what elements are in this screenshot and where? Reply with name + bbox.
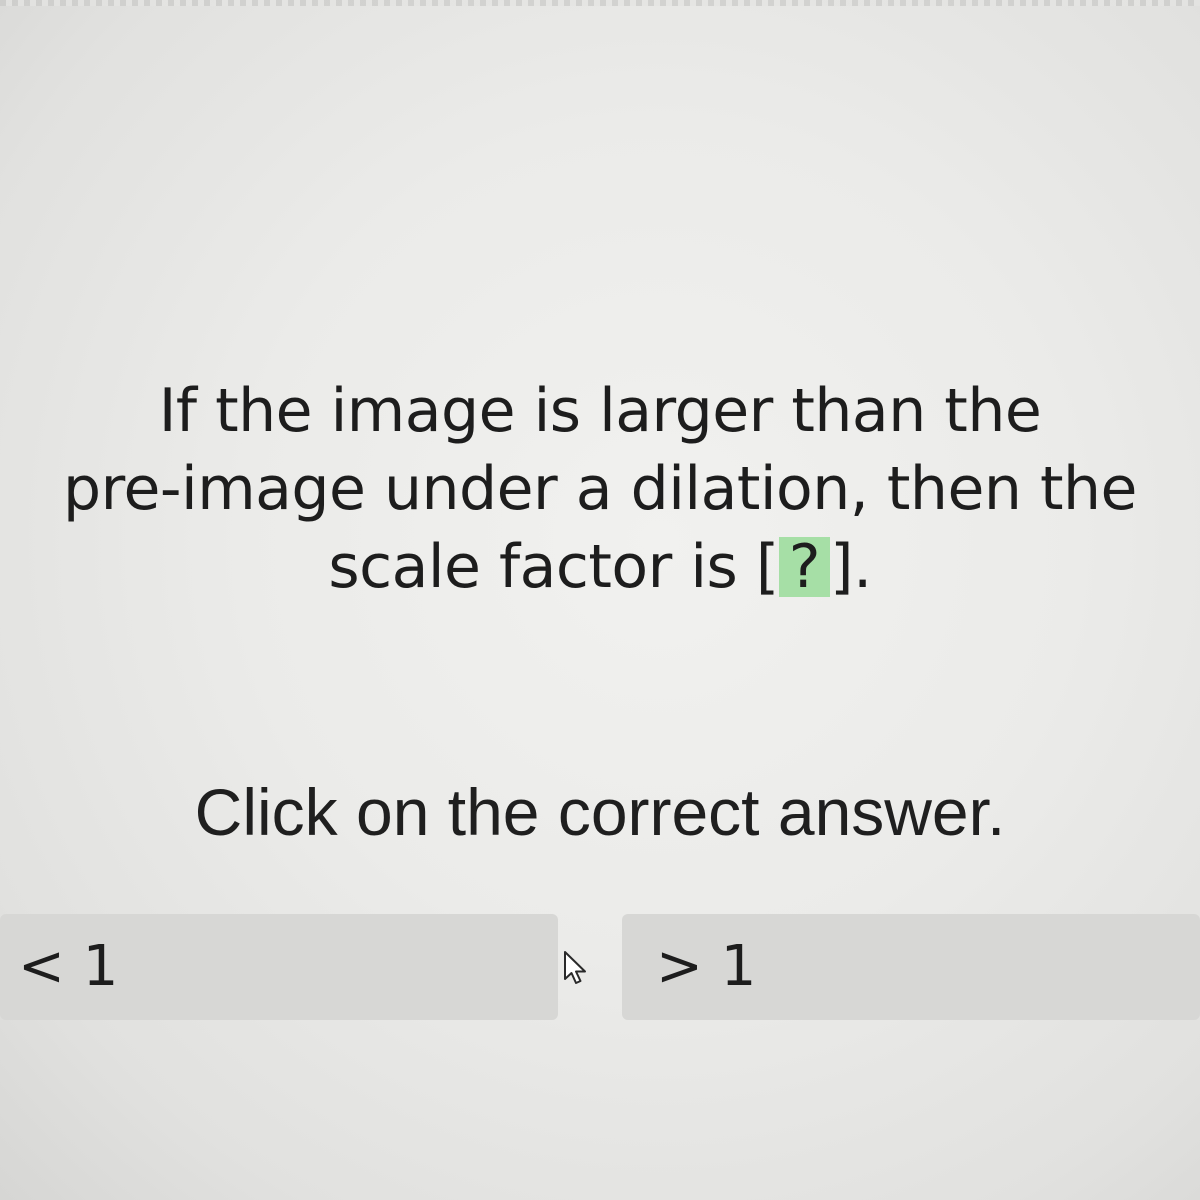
answer-choice-label: < 1: [18, 934, 119, 999]
instruction-text: Click on the correct answer.: [194, 775, 1006, 849]
question-text: If the image is larger than the pre-imag…: [0, 372, 1200, 606]
answer-choice-label: > 1: [656, 934, 757, 999]
screen-top-edge: [0, 0, 1200, 6]
question-line-3: scale factor is [ ? ].: [0, 528, 1200, 606]
answer-choice-greater-than-one[interactable]: > 1: [622, 914, 1200, 1020]
answer-blank: ?: [778, 537, 831, 597]
mouse-pointer-icon: [564, 951, 586, 984]
question-line-2: pre-image under a dilation, then the: [63, 454, 1137, 524]
answer-choice-less-than-one[interactable]: < 1: [0, 914, 558, 1020]
question-line-3-end: ].: [830, 532, 872, 602]
question-line-1: If the image is larger than the: [158, 376, 1042, 446]
question-line-3-start: scale factor is [: [328, 532, 779, 602]
